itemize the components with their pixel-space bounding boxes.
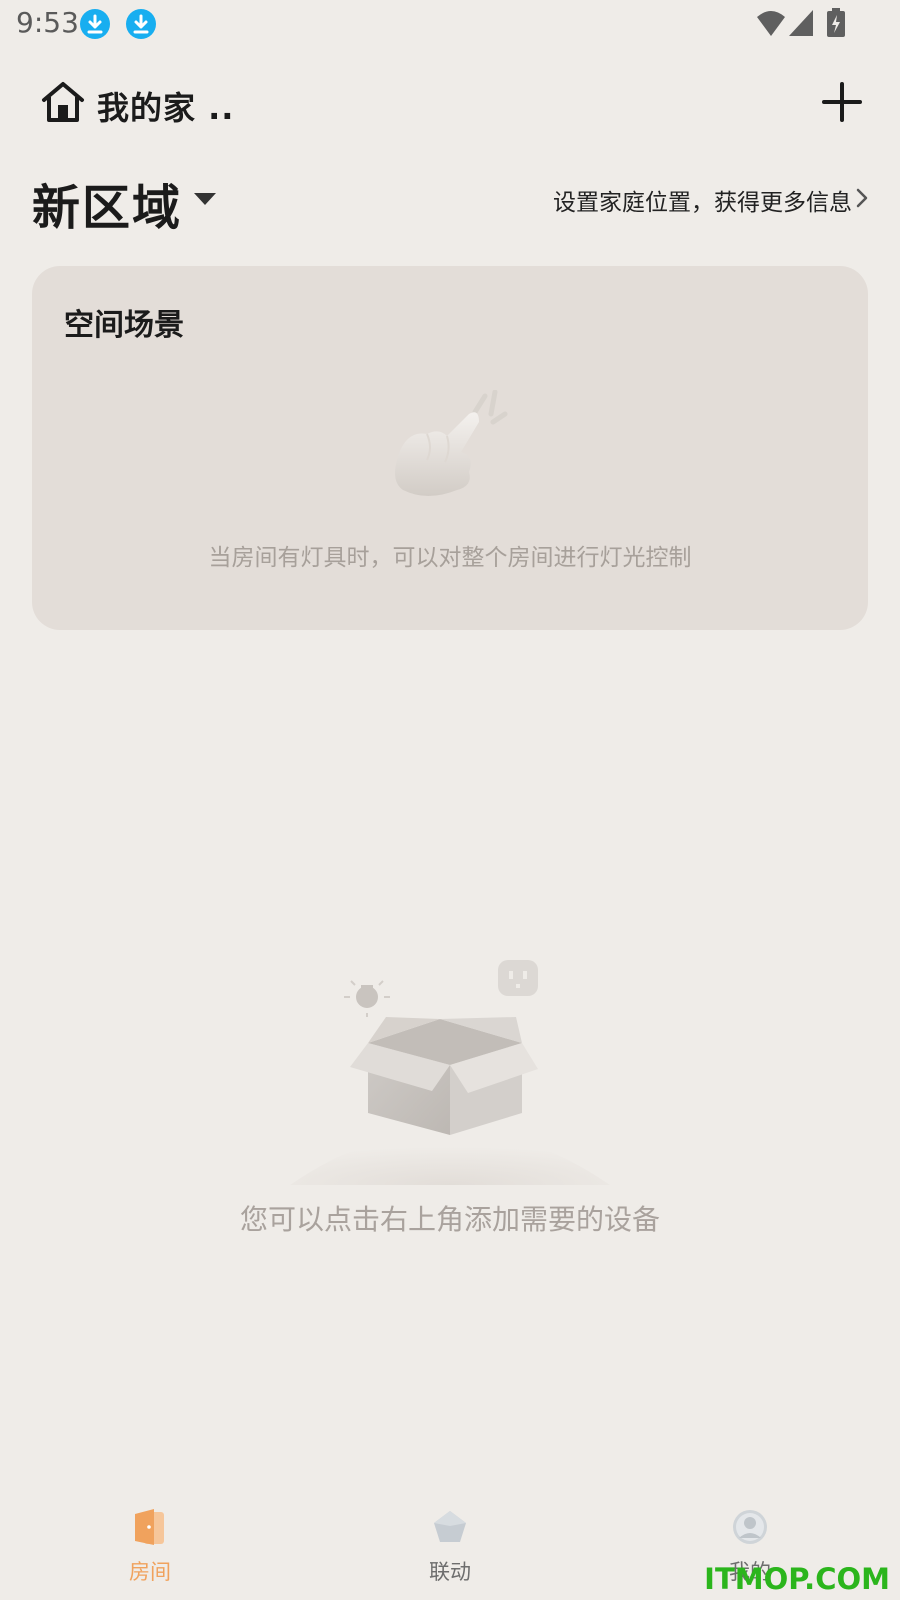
plus-icon[interactable] [822,82,862,122]
home-name[interactable]: 我的家 .. [97,83,234,129]
signal-icon [789,10,813,36]
tab-rooms-label: 房间 [129,1560,171,1584]
wifi-icon [757,11,785,36]
caret-down-icon[interactable] [192,190,218,208]
open-box-illustration [290,960,610,1185]
scene-card-title: 空间场景 [64,308,184,343]
scene-card[interactable]: 空间场景 当房间有灯具时，可以对整个房间进行灯光控制 [32,266,868,630]
socket-icon [498,960,538,996]
status-time: 9:53 [16,6,79,39]
chevron-right-icon[interactable] [855,187,869,209]
area-title[interactable]: 新区域 [32,168,182,238]
battery-charging-icon [827,8,845,37]
door-icon [135,1509,164,1545]
download-icon [126,9,156,39]
home-icon[interactable] [40,80,86,124]
download-icon [80,9,110,39]
location-link[interactable]: 设置家庭位置，获得更多信息 [553,183,852,217]
scene-card-hint: 当房间有灯具时，可以对整个房间进行灯光控制 [208,545,692,571]
tab-automation-label: 联动 [429,1560,471,1584]
pentagon-icon [434,1511,466,1542]
user-icon [733,1510,767,1544]
tab-automation[interactable]: 联动 [380,1508,520,1586]
tab-rooms[interactable]: 房间 [80,1508,220,1586]
watermark: ITMOP.COM [704,1562,890,1596]
bulb-icon [344,980,390,1017]
tap-hand-icon [395,390,508,496]
empty-state-hint: 您可以点击右上角添加需要的设备 [239,1203,660,1236]
